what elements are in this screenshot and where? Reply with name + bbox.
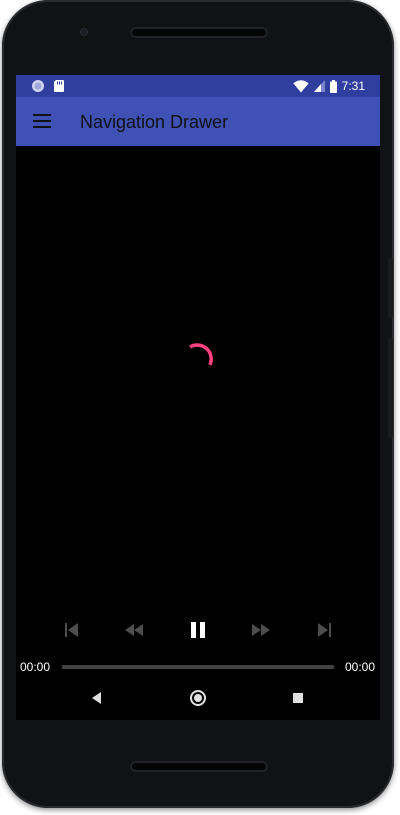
app-bar: Navigation Drawer: [16, 97, 380, 146]
skip-next-icon[interactable]: [312, 618, 336, 642]
seek-bar[interactable]: [62, 665, 334, 669]
cell-signal-icon: [313, 80, 325, 92]
battery-icon: [329, 79, 337, 93]
power-button: [388, 258, 393, 318]
back-icon[interactable]: [87, 688, 107, 708]
recents-icon[interactable]: [288, 688, 308, 708]
wifi-icon: [292, 79, 309, 92]
notification-icon: [32, 80, 44, 92]
status-bar: 7:31: [16, 75, 380, 97]
total-duration: 00:00: [345, 660, 376, 674]
system-nav-bar: [16, 676, 380, 720]
menu-icon[interactable]: [33, 114, 51, 128]
sd-card-icon: [54, 80, 64, 92]
status-right-icons: 7:31: [292, 78, 365, 94]
playback-controls: [16, 615, 380, 645]
screen: 7:31 Navigation Drawer 00:00 00:00: [16, 75, 380, 720]
pause-icon[interactable]: [186, 618, 210, 642]
home-icon[interactable]: [188, 688, 208, 708]
status-time: 7:31: [341, 79, 365, 93]
fast-forward-icon[interactable]: [249, 618, 273, 642]
front-camera: [80, 28, 88, 36]
app-title: Navigation Drawer: [80, 112, 229, 132]
loading-spinner: [189, 343, 213, 366]
status-left-icons: [31, 79, 65, 93]
earpiece-speaker: [130, 27, 268, 38]
skip-previous-icon[interactable]: [60, 618, 84, 642]
bottom-speaker: [130, 761, 268, 772]
rewind-icon[interactable]: [122, 618, 146, 642]
current-time: 00:00: [20, 660, 51, 674]
volume-button: [388, 338, 393, 438]
